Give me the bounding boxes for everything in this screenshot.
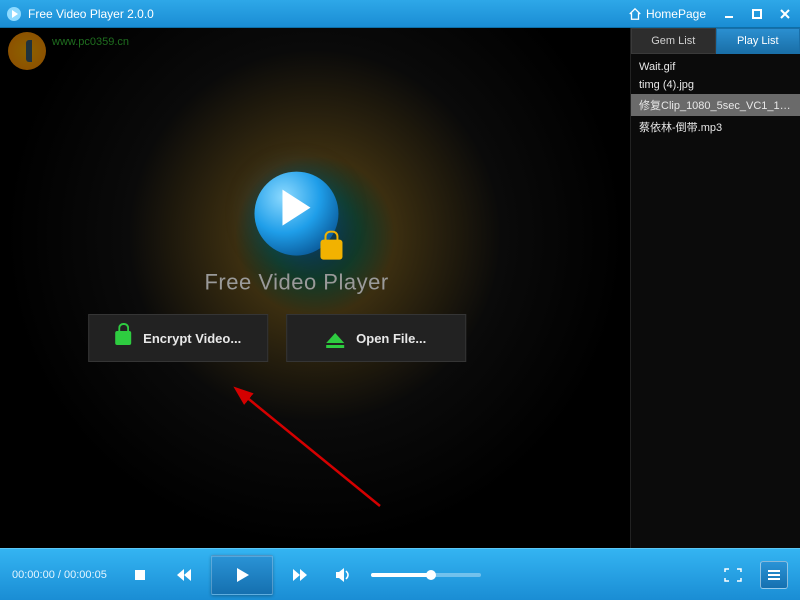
volume-thumb[interactable] [426,570,436,580]
action-button-row: Encrypt Video... Open File... [88,314,466,362]
annotation-arrow-icon [230,386,410,526]
playlist-item[interactable]: 蔡依林-倒带.mp3 [631,116,800,138]
fullscreen-icon [724,568,742,582]
sidebar-tabs: Gem List Play List [631,28,800,54]
fullscreen-button[interactable] [716,558,750,592]
homepage-link[interactable]: HomePage [628,7,706,21]
watermark: www.pc0359.cn [0,28,137,74]
app-title: Free Video Player 2.0.0 [28,7,154,21]
splash-logo-icon [255,172,339,256]
video-area[interactable]: www.pc0359.cn Free Video Player Encrypt … [0,28,630,548]
playlist-item[interactable]: timg (4).jpg [631,76,800,94]
time-current: 00:00:00 [12,569,55,581]
lock-icon [115,331,131,345]
playlist-toggle-button[interactable] [760,561,788,589]
list-icon [767,569,781,581]
watermark-logo-icon [8,32,46,70]
next-icon [292,568,308,582]
sidebar: Gem List Play List Wait.giftimg (4).jpg修… [630,28,800,548]
minimize-button[interactable] [720,5,738,23]
splash-title: Free Video Player [204,270,388,296]
titlebar: Free Video Player 2.0.0 HomePage [0,0,800,28]
encrypt-label: Encrypt Video... [143,331,241,346]
next-button[interactable] [283,558,317,592]
prev-icon [176,568,192,582]
splash: Free Video Player [204,172,388,296]
volume-fill [371,573,432,577]
playlist-item[interactable]: 修复Clip_1080_5sec_VC1_15... [631,94,800,116]
play-icon [233,566,251,584]
tab-gem-list[interactable]: Gem List [631,28,716,54]
stop-icon [133,568,147,582]
main-area: www.pc0359.cn Free Video Player Encrypt … [0,28,800,548]
time-display: 00:00:00 / 00:00:05 [12,569,107,581]
open-file-button[interactable]: Open File... [286,314,466,362]
close-button[interactable] [776,5,794,23]
control-bar: 00:00:00 / 00:00:05 [0,548,800,600]
volume-button[interactable] [327,558,361,592]
lock-overlay-icon [321,240,343,260]
volume-icon [335,567,353,583]
open-label: Open File... [356,331,426,346]
encrypt-video-button[interactable]: Encrypt Video... [88,314,268,362]
maximize-button[interactable] [748,5,766,23]
volume-slider[interactable] [371,573,481,577]
prev-button[interactable] [167,558,201,592]
watermark-url: www.pc0359.cn [52,32,129,48]
time-total: 00:00:05 [64,569,107,581]
stop-button[interactable] [123,558,157,592]
homepage-label: HomePage [646,7,706,21]
eject-icon [326,333,344,343]
app-icon [6,6,22,22]
home-icon [628,7,642,21]
tab-play-list[interactable]: Play List [716,28,800,54]
play-button[interactable] [211,555,273,595]
playlist-item[interactable]: Wait.gif [631,58,800,76]
playlist[interactable]: Wait.giftimg (4).jpg修复Clip_1080_5sec_VC1… [631,54,800,548]
